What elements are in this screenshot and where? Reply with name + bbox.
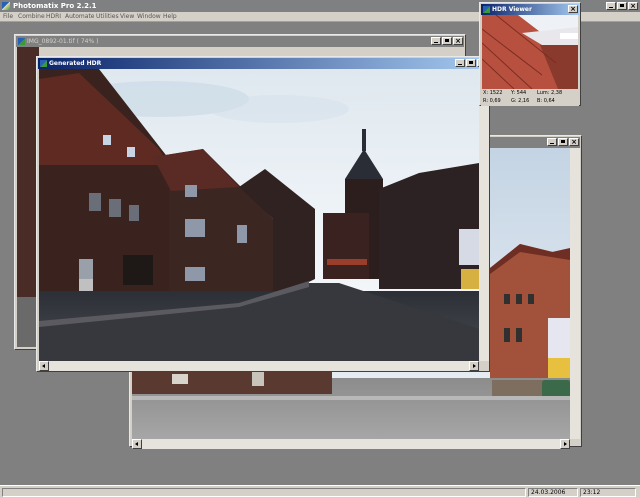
status-date: 24.03.2006 (528, 488, 578, 497)
app-close-icon[interactable] (628, 2, 638, 10)
maximize-icon[interactable] (558, 138, 568, 146)
hdr-viewer-window[interactable]: HDR Viewer X: 1522 Y: 544 Lum: 2,38 R: 0… (479, 2, 581, 106)
document-icon (18, 38, 25, 45)
tif-window-title: IMG_0892-01.tif ( 74% ) (27, 38, 99, 45)
readout-x: X: 1522 (483, 90, 503, 96)
menu-window[interactable]: Window (137, 12, 161, 22)
bright-exposure-vscrollbar[interactable] (570, 148, 580, 439)
scroll-right-icon[interactable] (469, 361, 479, 371)
bright-exposure-controls (547, 138, 579, 146)
minimize-icon[interactable] (455, 59, 465, 67)
status-panel-main (2, 488, 526, 497)
scroll-right-icon[interactable] (560, 439, 570, 449)
generated-hdr-titlebar[interactable]: Generated HDR (38, 58, 488, 69)
document-icon (483, 6, 490, 13)
menu-automate[interactable]: Automate (65, 12, 95, 22)
bright-exposure-hscrollbar[interactable] (132, 439, 570, 449)
hdr-viewer-preview (482, 15, 578, 89)
generated-hdr-vscrollbar[interactable] (479, 69, 489, 361)
menu-help[interactable]: Help (163, 12, 177, 22)
generated-hdr-image (39, 69, 479, 361)
status-time: 23:12 (580, 488, 636, 497)
hdr-viewer-controls (568, 5, 578, 13)
app-minimize-icon[interactable] (606, 2, 616, 10)
readout-b: B: 0,64 (537, 98, 555, 104)
app-window-controls (606, 2, 638, 10)
generated-hdr-window[interactable]: Generated HDR (36, 56, 490, 372)
menu-file[interactable]: File (3, 12, 13, 22)
app-title: Photomatix Pro 2.2.1 (13, 2, 97, 10)
document-icon (40, 60, 47, 67)
maximize-icon[interactable] (442, 37, 452, 45)
readout-lum: Lum: 2,38 (537, 90, 563, 96)
close-icon[interactable] (453, 37, 463, 45)
menu-hdri[interactable]: HDRI (46, 12, 61, 22)
statusbar: 24.03.2006 23:12 (0, 485, 640, 498)
tif-window-controls (431, 37, 463, 45)
readout-r: R: 0,69 (483, 98, 501, 104)
scroll-left-icon[interactable] (132, 439, 142, 449)
tif-window-titlebar[interactable]: IMG_0892-01.tif ( 74% ) (16, 36, 464, 47)
menu-view[interactable]: View (120, 12, 134, 22)
menu-combine[interactable]: Combine (18, 12, 45, 22)
generated-hdr-title: Generated HDR (49, 60, 102, 67)
scroll-left-icon[interactable] (39, 361, 49, 371)
minimize-icon[interactable] (431, 37, 441, 45)
hdr-viewer-titlebar[interactable]: HDR Viewer (481, 4, 579, 15)
app-icon (2, 2, 10, 10)
menu-utilities[interactable]: Utilities (96, 12, 119, 22)
minimize-icon[interactable] (547, 138, 557, 146)
maximize-icon[interactable] (466, 59, 476, 67)
hdr-viewer-readouts: X: 1522 Y: 544 Lum: 2,38 R: 0,69 G: 2,16… (481, 90, 579, 106)
app-maximize-icon[interactable] (617, 2, 627, 10)
generated-hdr-hscrollbar[interactable] (39, 361, 479, 371)
hdr-viewer-title: HDR Viewer (492, 6, 532, 13)
readout-g: G: 2,16 (511, 98, 530, 104)
close-icon[interactable] (569, 138, 579, 146)
close-icon[interactable] (568, 5, 578, 13)
readout-y: Y: 544 (511, 90, 527, 96)
